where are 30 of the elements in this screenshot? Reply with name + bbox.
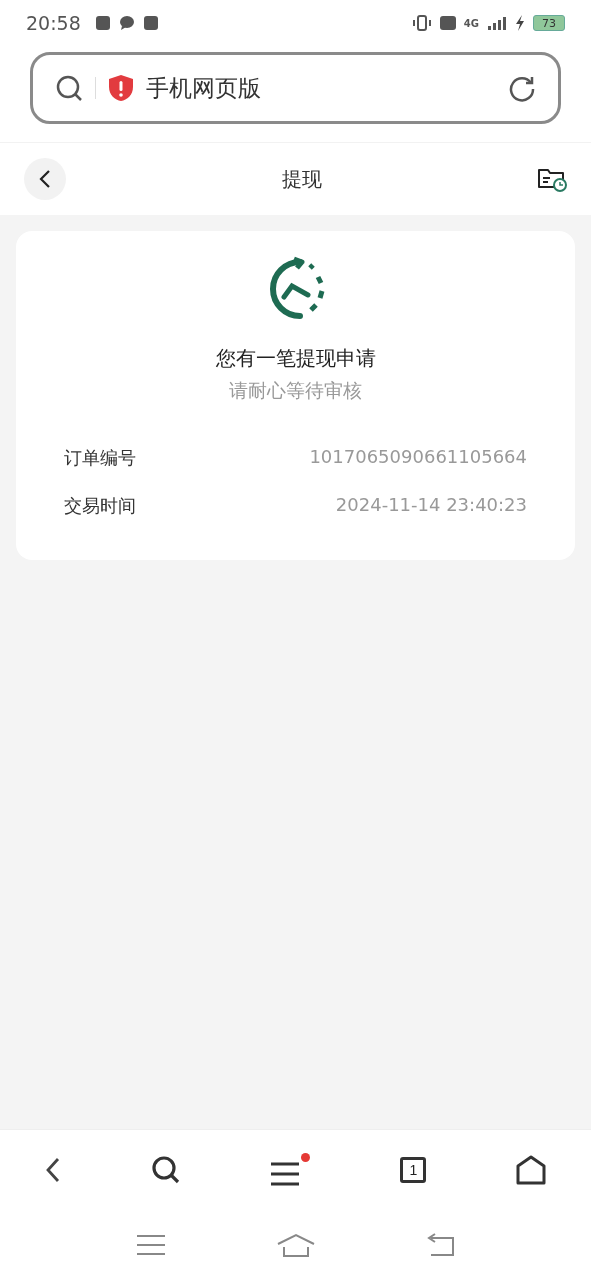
- search-icon: [55, 74, 83, 102]
- search-icon[interactable]: [150, 1155, 181, 1185]
- warning-shield-icon: [108, 74, 134, 102]
- clock-time: 20:58: [26, 12, 81, 34]
- back-icon[interactable]: [44, 1157, 61, 1183]
- folder-clock-icon[interactable]: [537, 166, 567, 192]
- page-title: 手机网页版: [146, 73, 262, 103]
- battery-level: 73: [533, 15, 565, 31]
- menu-button[interactable]: [270, 1153, 311, 1187]
- field-value: 1017065090661105664: [309, 446, 527, 469]
- field-value: 2024-11-14 23:40:23: [335, 494, 527, 517]
- page-heading: 提现: [280, 165, 323, 193]
- status-title: 您有一笔提现申请: [215, 345, 376, 372]
- charging-icon: [515, 15, 525, 31]
- menu-icon[interactable]: [135, 1234, 166, 1256]
- back-icon: [38, 168, 52, 190]
- field-label: 订单编号: [64, 446, 136, 470]
- address-bar[interactable]: 手机网页版: [30, 52, 561, 124]
- signal-icon: [487, 16, 507, 30]
- network-type: 4G: [463, 17, 479, 29]
- app-icon: [94, 15, 111, 31]
- app-icon: [142, 15, 159, 31]
- status-subtitle: 请耐心等待审核: [229, 378, 362, 403]
- home-icon[interactable]: [516, 1155, 547, 1185]
- field-label: 交易时间: [64, 494, 136, 518]
- vibrate-icon: [411, 15, 432, 31]
- tabs-button[interactable]: 1: [400, 1157, 427, 1183]
- chat-bubble-icon: [118, 15, 135, 31]
- refresh-icon[interactable]: [508, 74, 536, 102]
- back-button[interactable]: [24, 158, 66, 200]
